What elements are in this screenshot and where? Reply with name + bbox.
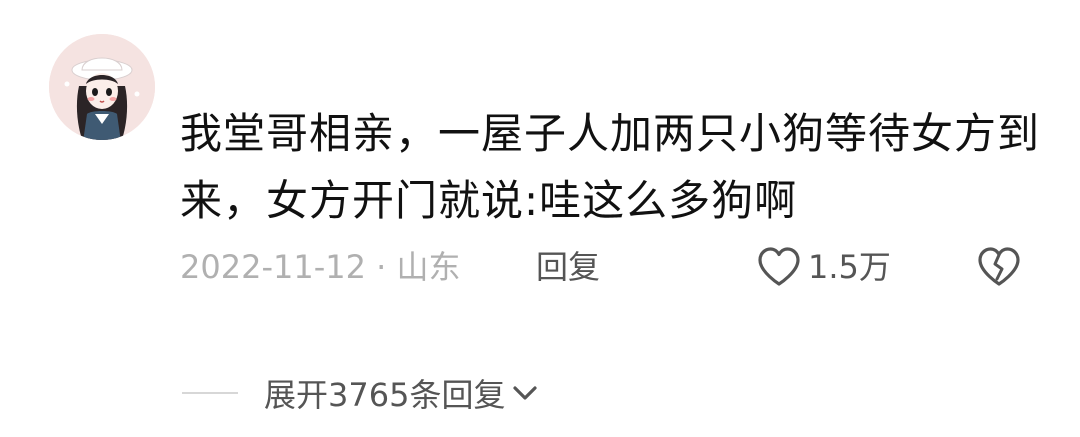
like-count: 1.5万 — [808, 248, 891, 286]
expand-replies-button[interactable]: 展开3765条回复 — [264, 370, 505, 416]
heart-outline-icon — [758, 247, 800, 286]
comment-date-location: 2022-11-12 · 山东 — [180, 248, 461, 286]
avatar[interactable] — [49, 34, 155, 140]
broken-heart-icon — [978, 247, 1020, 286]
dislike-button[interactable] — [976, 246, 1022, 300]
like-button[interactable]: 1.5万 — [756, 244, 891, 290]
comment-text: 我堂哥相亲，一屋子人加两只小狗等待女方到来，女方开门就说:哇这么多狗啊 — [180, 109, 1041, 225]
avatar-girl-illustration — [49, 34, 155, 140]
comment-meta-row: 2022-11-12 · 山东 回复 1.5万 — [180, 244, 1040, 290]
divider-line — [182, 392, 238, 394]
expand-replies-row[interactable]: 展开3765条回复 — [182, 368, 539, 418]
chevron-down-icon[interactable] — [511, 383, 539, 403]
reply-button[interactable]: 回复 — [536, 244, 600, 290]
